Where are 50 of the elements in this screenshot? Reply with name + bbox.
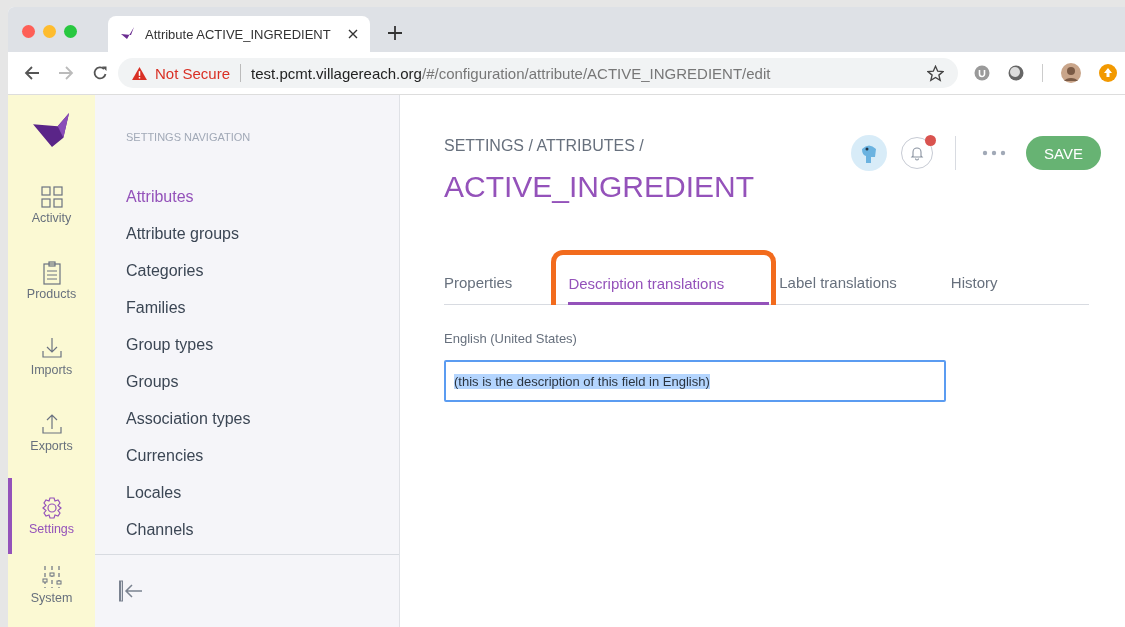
- activity-icon: [39, 185, 64, 209]
- nav-item[interactable]: System: [8, 565, 95, 619]
- logo-icon: [32, 113, 71, 149]
- more-icon[interactable]: [982, 150, 1007, 156]
- nav-item[interactable]: Imports: [8, 337, 95, 391]
- tab[interactable]: Description translations: [568, 264, 770, 305]
- close-window-button[interactable]: [22, 25, 35, 38]
- breadcrumb: SETTINGS / ATTRIBUTES /: [444, 137, 645, 155]
- tab[interactable]: Label translations: [779, 263, 897, 304]
- settings-nav-link[interactable]: Groups: [126, 371, 399, 393]
- description-field[interactable]: (this is the description of this field in English): [444, 360, 946, 402]
- settings-nav-link[interactable]: Association types: [126, 408, 399, 430]
- close-icon[interactable]: [348, 29, 358, 39]
- browser-tab[interactable]: Attribute ACTIVE_INGREDIENT: [108, 16, 370, 52]
- tab[interactable]: History: [950, 263, 998, 304]
- url-text: test.pcmt.villagereach.org/#/configuration/attribute/ACTIVE_INGREDIENT/edit: [251, 64, 771, 82]
- reload-icon[interactable]: [92, 65, 108, 81]
- user-avatar-icon[interactable]: [851, 135, 888, 171]
- settings-nav-link[interactable]: Channels: [126, 519, 399, 541]
- extension-icon[interactable]: [974, 65, 990, 81]
- settings-nav-link[interactable]: Families: [126, 297, 399, 319]
- settings-nav-link[interactable]: Locales: [126, 482, 399, 504]
- warning-icon: [132, 66, 147, 80]
- imports-icon: [39, 337, 64, 361]
- tab-title: Attribute ACTIVE_INGREDIENT: [145, 26, 332, 42]
- back-icon[interactable]: [24, 65, 40, 81]
- page-title: ACTIVE_INGREDIENT: [444, 170, 755, 204]
- star-icon[interactable]: [927, 64, 944, 82]
- settings-nav-link[interactable]: Attributes: [126, 186, 399, 208]
- exports-icon: [39, 413, 64, 437]
- nav-item[interactable]: Exports: [8, 413, 95, 467]
- tab[interactable]: Properties: [444, 263, 513, 304]
- settings-nav-link[interactable]: Currencies: [126, 445, 399, 467]
- system-icon: [39, 565, 64, 589]
- settings-nav-link[interactable]: Categories: [126, 260, 399, 282]
- nav-item[interactable]: Products: [8, 261, 95, 315]
- nav-item[interactable]: Activity: [8, 185, 95, 239]
- address-bar[interactable]: Not Secure test.pcmt.villagereach.org/#/configuration/attribute/ACTIVE_INGREDIENT/edit: [118, 58, 958, 88]
- update-icon[interactable]: [1099, 64, 1117, 82]
- section-heading: SETTINGS NAVIGATION: [126, 131, 252, 143]
- collapse-icon[interactable]: [119, 580, 143, 602]
- field-label: English (United States): [444, 331, 578, 346]
- forward-icon[interactable]: [58, 65, 74, 81]
- bell-icon: [909, 145, 926, 161]
- settings-nav-link[interactable]: Group types: [126, 334, 399, 356]
- extension-icon[interactable]: [1008, 65, 1024, 81]
- settings-nav-link[interactable]: Attribute groups: [126, 223, 399, 245]
- avatar-icon[interactable]: [1061, 63, 1081, 83]
- security-status: Not Secure: [155, 64, 231, 82]
- new-tab-icon[interactable]: [388, 26, 402, 40]
